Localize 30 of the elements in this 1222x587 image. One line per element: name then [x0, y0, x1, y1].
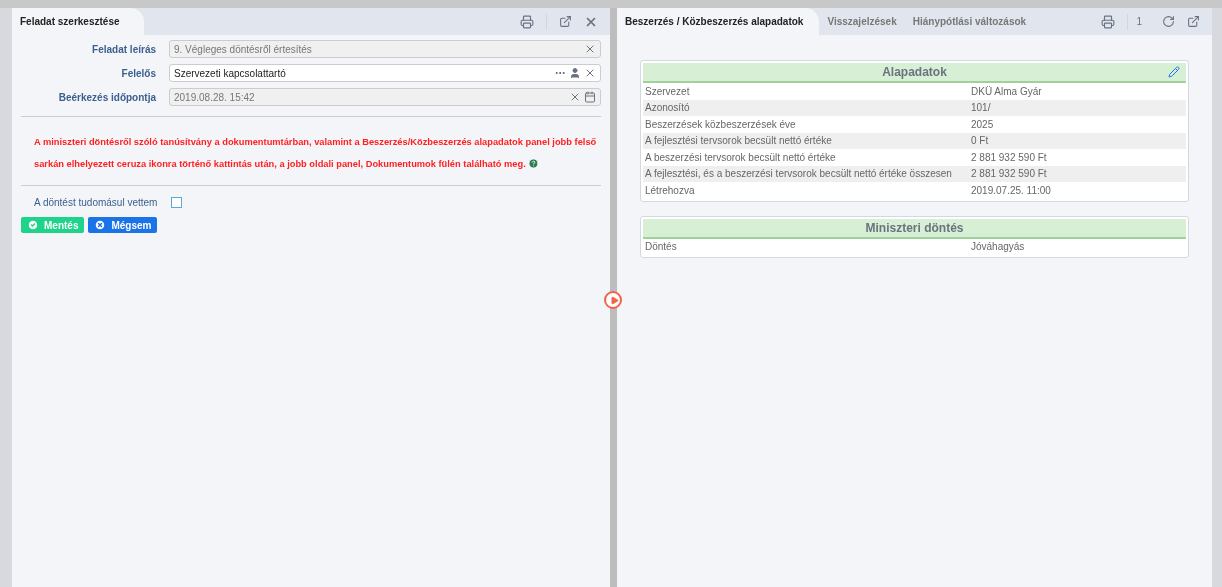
- field-label: Beérkezés időpontja: [57, 90, 157, 105]
- field-label: Felelős: [120, 66, 157, 81]
- row-value: 2 881 932 590 Ft: [971, 150, 1047, 165]
- row-value: DKÜ Alma Gyár: [971, 84, 1042, 99]
- checkbox-label: A döntést tudomásul vettem: [34, 196, 158, 210]
- row-value: 0 Ft: [971, 134, 989, 149]
- row-label: A fejlesztési, és a beszerzési tervsorok becsült nettó értéke összesen: [645, 167, 953, 182]
- row-value: 101/: [971, 101, 991, 116]
- panel-tab[interactable]: Feladat szerkesztése: [12, 8, 144, 35]
- row-label: A beszerzési tervsorok becsült nettó értéke: [645, 150, 837, 165]
- row-value: 2019.07.25. 11:00: [971, 183, 1051, 198]
- row-label: Beszerzések közbeszerzések éve: [645, 117, 797, 132]
- notice-text: A miniszteri döntésről szóló tanúsítvány a dokumentumtárban, valamint a Beszerzés/Közbeszerzés alapadatok panel jobb felső sarkán elhelyezett ceruza ikonra történő kattintás után, a jobb oldali panel, Dokumentumok fülén található meg.: [33, 136, 598, 171]
- section-title: Alapadatok: [882, 64, 947, 81]
- input-field[interactable]: Szervezeti kapcsolattartó: [169, 64, 601, 82]
- row-value: 2 881 932 590 Ft: [971, 167, 1047, 182]
- panel-tab[interactable]: Beszerzés / Közbeszerzés alapadatok: [617, 8, 820, 35]
- row-label: Döntés: [645, 240, 678, 255]
- row-label: Szervezet: [645, 84, 691, 99]
- count-label: 1: [1136, 15, 1142, 29]
- row-value: Jóváhagyás: [971, 240, 1025, 255]
- row-label: Azonosító: [645, 101, 691, 116]
- section-title: Miniszteri döntés: [865, 219, 964, 237]
- row-label: Létrehozva: [645, 183, 696, 198]
- panel-tab[interactable]: Hiánypótlási változások: [904, 8, 1035, 35]
- row-label: A fejlesztési tervsorok becsült nettó értéke: [645, 134, 833, 149]
- row-value: 2025: [971, 117, 994, 132]
- panel-tab[interactable]: Visszajelzések: [819, 8, 905, 35]
- cancel-button[interactable]: Mégsem: [88, 217, 158, 233]
- field-label: Feladat leírás: [91, 42, 157, 57]
